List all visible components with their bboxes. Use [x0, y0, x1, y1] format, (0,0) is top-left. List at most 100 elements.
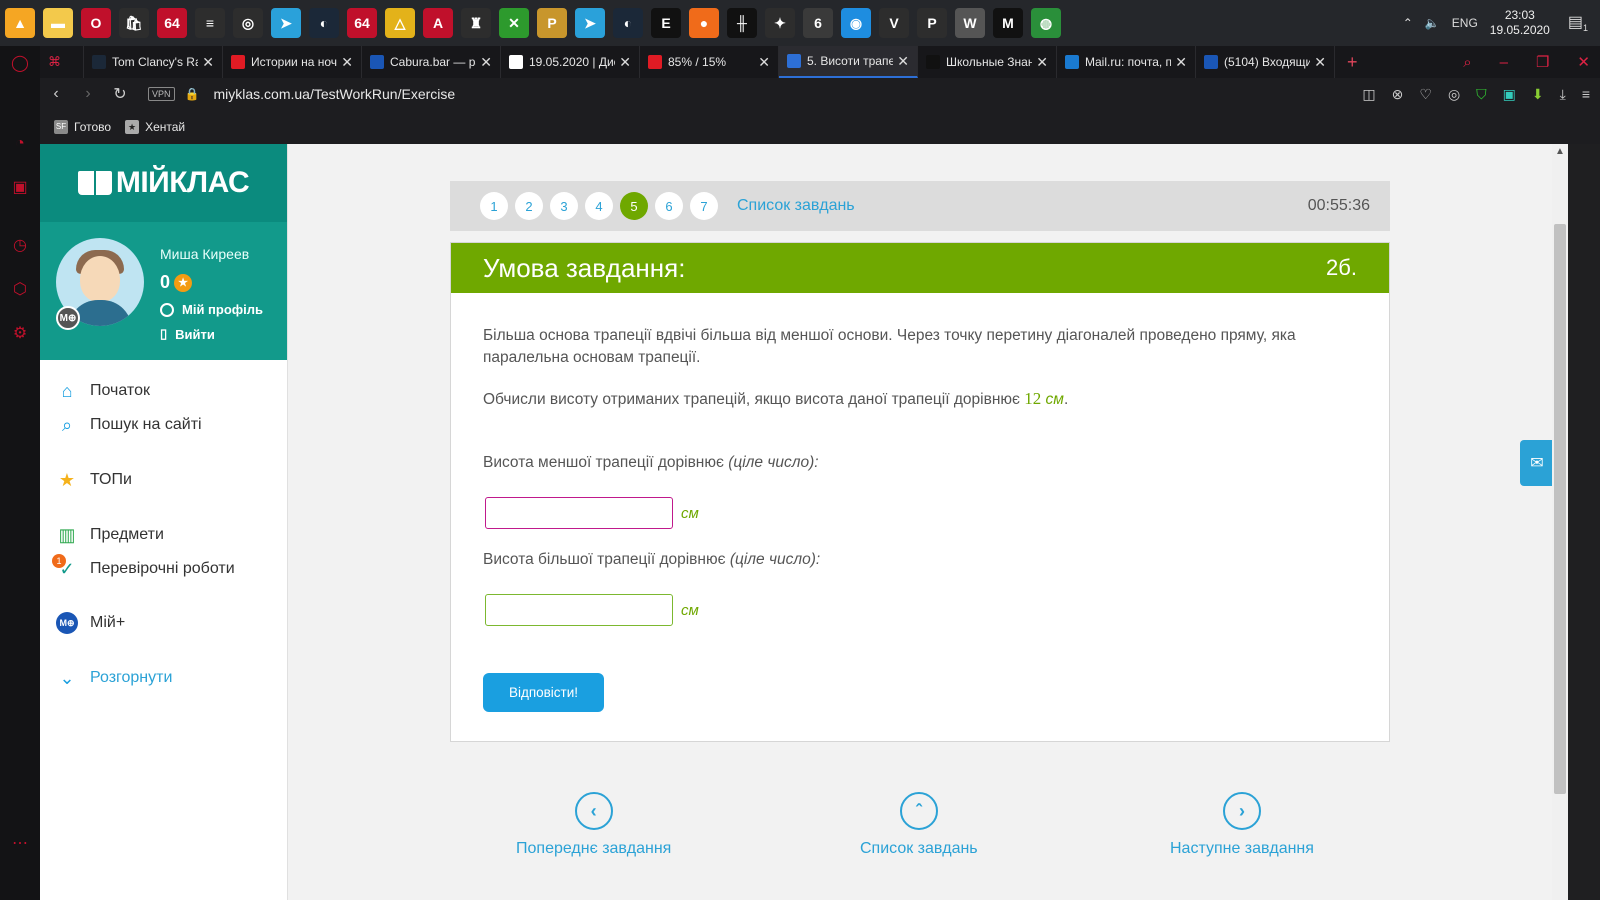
- stack-icon[interactable]: ≡: [195, 8, 225, 38]
- site-logo[interactable]: МІЙКЛАС: [40, 144, 287, 222]
- exercise-number-3[interactable]: 3: [550, 192, 578, 220]
- camera-icon[interactable]: ◫: [1362, 86, 1375, 103]
- search-tabs-icon[interactable]: ⌕: [1463, 54, 1471, 71]
- clock[interactable]: 23:03 19.05.2020: [1490, 8, 1550, 38]
- larger-height-input[interactable]: [485, 594, 673, 626]
- gta-icon[interactable]: V: [879, 8, 909, 38]
- close-tab-icon[interactable]: ✕: [619, 54, 631, 71]
- tab-0[interactable]: ⌘: [40, 46, 84, 78]
- exercise-number-2[interactable]: 2: [515, 192, 543, 220]
- uplay-icon[interactable]: ◉: [841, 8, 871, 38]
- opera-logo-icon[interactable]: ◯: [10, 54, 30, 74]
- my-profile-link[interactable]: Мій профіль: [160, 302, 263, 317]
- new-tab-button[interactable]: +: [1347, 52, 1358, 73]
- task-list-link[interactable]: Список завдань: [737, 197, 855, 215]
- globe-icon[interactable]: ◍: [1031, 8, 1061, 38]
- discord-icon[interactable]: ◎: [233, 8, 263, 38]
- origin-icon[interactable]: ●: [689, 8, 719, 38]
- close-tab-icon[interactable]: ✕: [1314, 54, 1326, 71]
- sidebar-item-tests[interactable]: ✓ 1 Перевірочні роботи: [40, 552, 288, 586]
- telegram-icon[interactable]: ➤: [271, 8, 301, 38]
- extension-icon[interactable]: ▣: [1503, 86, 1516, 103]
- file-explorer-icon[interactable]: ▬: [43, 8, 73, 38]
- witcher-icon[interactable]: W: [955, 8, 985, 38]
- logout-link[interactable]: ▯ Вийти: [160, 326, 215, 342]
- sidebar-item-tops[interactable]: ★ ТОПи: [40, 463, 288, 497]
- reload-button[interactable]: ↻: [104, 84, 136, 104]
- exercise-number-7[interactable]: 7: [690, 192, 718, 220]
- tab-9[interactable]: (5104) Входящие ✕: [1196, 46, 1335, 78]
- tab-6[interactable]: 5. Висоти трапец ✕: [779, 46, 918, 78]
- close-tab-icon[interactable]: ✕: [1175, 54, 1187, 71]
- vpn-badge[interactable]: VPN: [148, 87, 175, 101]
- tab-7[interactable]: Школьные Знан ✕: [918, 46, 1057, 78]
- previous-task-button[interactable]: ‹ Попереднє завдання: [516, 792, 671, 858]
- url-field[interactable]: miyklas.com.ua/TestWorkRun/Exercise: [213, 86, 455, 102]
- history-icon[interactable]: ◷: [10, 236, 30, 256]
- bookmark-gotovo[interactable]: SF Готово: [54, 120, 111, 134]
- epic-games-icon[interactable]: E: [651, 8, 681, 38]
- sidebar-item-search[interactable]: ⌕ Пошук на сайті: [40, 408, 288, 442]
- language-indicator[interactable]: ENG: [1452, 16, 1478, 30]
- exercise-number-4[interactable]: 4: [585, 192, 613, 220]
- twitch-icon[interactable]: ▣: [10, 178, 30, 198]
- close-tab-icon[interactable]: ✕: [480, 54, 492, 71]
- forward-button[interactable]: ›: [72, 85, 104, 103]
- more-icon[interactable]: ⋯: [10, 834, 30, 854]
- bookmark-hentai[interactable]: ★ Хентай: [125, 120, 185, 134]
- star-app-icon[interactable]: ✦: [765, 8, 795, 38]
- submit-button[interactable]: Відповісти!: [483, 673, 604, 712]
- volume-icon[interactable]: 🔈: [1425, 16, 1440, 30]
- adblock-icon[interactable]: ⊗: [1392, 86, 1404, 103]
- xbox-icon[interactable]: ✕: [499, 8, 529, 38]
- back-button[interactable]: ‹: [40, 85, 72, 103]
- tab-4[interactable]: 19.05.2020 | Дис ✕: [501, 46, 640, 78]
- shield-icon[interactable]: ⛉: [1476, 86, 1487, 103]
- steam-icon-2[interactable]: ◐: [613, 8, 643, 38]
- close-tab-icon[interactable]: ✕: [758, 54, 770, 71]
- scroll-up-icon[interactable]: ▲: [1555, 146, 1565, 157]
- game-icon[interactable]: ╫: [727, 8, 757, 38]
- lock-icon[interactable]: 🔒: [185, 87, 200, 101]
- steam-icon[interactable]: ◐: [309, 8, 339, 38]
- frostpunk-icon[interactable]: ♜: [461, 8, 491, 38]
- exercise-number-6[interactable]: 6: [655, 192, 683, 220]
- restore-button[interactable]: ❐: [1536, 53, 1549, 71]
- sidebar-item-myplus[interactable]: M⊕ Мій+: [40, 606, 288, 640]
- rainbow-six-icon[interactable]: 6: [803, 8, 833, 38]
- close-tab-icon[interactable]: ✕: [202, 54, 214, 71]
- pubg-icon[interactable]: P: [537, 8, 567, 38]
- triangle-app-icon[interactable]: △: [385, 8, 415, 38]
- aimp-icon[interactable]: ▲: [5, 8, 35, 38]
- tab-1[interactable]: Tom Clancy's Rai ✕: [84, 46, 223, 78]
- speed-dial-icon[interactable]: ◔: [10, 134, 30, 154]
- next-task-button[interactable]: › Наступне завдання: [1170, 792, 1314, 858]
- app-64-icon[interactable]: 64: [157, 8, 187, 38]
- smaller-height-input[interactable]: [485, 497, 673, 529]
- sidebar-item-expand[interactable]: ⌄ Розгорнути: [40, 661, 288, 695]
- app-64-icon-2[interactable]: 64: [347, 8, 377, 38]
- close-tab-icon[interactable]: ✕: [1036, 54, 1048, 71]
- feedback-mail-button[interactable]: ✉: [1520, 440, 1552, 486]
- sidebar-item-home[interactable]: ⌂ Початок: [40, 374, 288, 408]
- heart-icon[interactable]: ♡: [1419, 86, 1432, 103]
- close-tab-icon[interactable]: ✕: [341, 54, 353, 71]
- exercise-number-5[interactable]: 5: [620, 192, 648, 220]
- chevron-up-icon[interactable]: ⌃: [1403, 16, 1413, 30]
- mw-icon[interactable]: M: [993, 8, 1023, 38]
- menu-icon[interactable]: ≡: [1582, 86, 1590, 102]
- extensions-icon[interactable]: ⬡: [10, 280, 30, 300]
- notification-icon[interactable]: ▤1: [1568, 12, 1588, 33]
- tab-2[interactable]: Истории на ноч ✕: [223, 46, 362, 78]
- close-window-button[interactable]: ✕: [1577, 53, 1590, 71]
- sidebar-item-subjects[interactable]: ▥ Предмети: [40, 518, 288, 552]
- tab-5[interactable]: 85% / 15% ✕: [640, 46, 779, 78]
- tab-3[interactable]: Cabura.bar — ра ✕: [362, 46, 501, 78]
- downloads-icon[interactable]: ⤓: [1560, 86, 1566, 103]
- close-tab-icon[interactable]: ✕: [897, 53, 909, 70]
- store-icon[interactable]: 🛍: [119, 8, 149, 38]
- page-scrollbar[interactable]: ▲: [1552, 144, 1568, 900]
- vpn-status-icon[interactable]: ◎: [1448, 86, 1460, 103]
- telegram-icon-2[interactable]: ➤: [575, 8, 605, 38]
- scrollbar-thumb[interactable]: [1554, 224, 1566, 794]
